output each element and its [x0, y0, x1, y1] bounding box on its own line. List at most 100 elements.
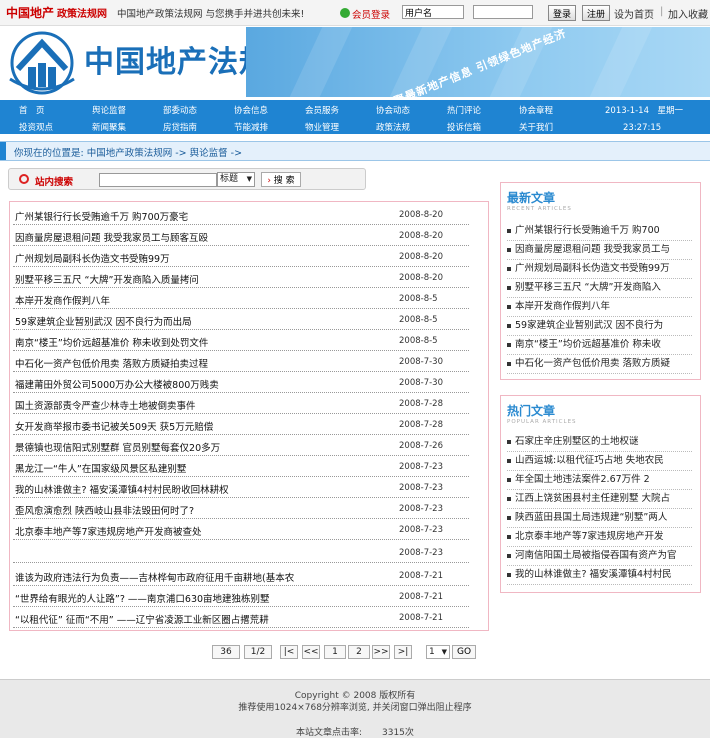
breadcrumb[interactable]: 你现在的位置是: 中国地产政策法规网 -> 舆论监督 -> [14, 145, 242, 159]
search-input[interactable] [99, 173, 217, 187]
list-item-label[interactable]: 我的山林谁做主? 福安溪潭镇4村村民 [515, 569, 672, 580]
article-title[interactable]: 我的山林谁做主? 福安溪潭镇4村村民盼收回林耕权 [15, 482, 355, 496]
list-item-label[interactable]: 北京泰丰地产等7家违规房地产开发 [515, 531, 664, 542]
nav-assoc-info[interactable]: 协会信息 [234, 104, 268, 116]
list-item-label[interactable]: 石家庄辛庄别墅区的土地权谜 [515, 436, 639, 447]
list-item[interactable]: 我的山林谁做主? 福安溪潭镇4村村民 [507, 566, 692, 585]
article-title[interactable]: 女开发商举报市委书记被关509天 获5万元赔偿 [15, 419, 355, 433]
search-button[interactable]: › 搜 索 [261, 172, 301, 187]
article-title[interactable]: 中石化一资产包低价甩卖 落败方质疑拍卖过程 [15, 356, 355, 370]
article-title[interactable]: 歪风愈演愈烈 陕西岐山县非法毁田何时了? [15, 503, 355, 517]
article-title[interactable]: 南京“楼王”均价远超基准价 称未收到处罚文件 [15, 335, 355, 349]
list-item[interactable]: 本岸开发商作假判八年 [507, 298, 692, 317]
register-button[interactable]: 注册 [582, 5, 611, 21]
table-row[interactable]: 福建莆田外贸公司5000万办公大楼被800万贱卖 2008-7-30 [13, 372, 469, 393]
nav-hot-comments[interactable]: 热门评论 [447, 104, 481, 116]
pager-select[interactable]: 1 ▼ [426, 645, 450, 659]
nav-complaint[interactable]: 投诉信箱 [447, 121, 481, 133]
nav-opinion[interactable]: 舆论监督 [92, 104, 126, 116]
list-item-label[interactable]: 年全国土地违法案件2.67万件 2 [515, 474, 650, 485]
article-title[interactable]: 因商量房屋退租问题 我受我家员工与顾客互殴 [15, 230, 355, 244]
nav-property[interactable]: 物业管理 [305, 121, 339, 133]
table-row[interactable]: 59家建筑企业暂别武汉 因不良行为而出局 2008-8-5 [13, 309, 469, 330]
table-row[interactable]: 别墅平移三五尺 “大牌”开发商陷入质量拷问 2008-8-20 [13, 267, 469, 288]
pager-first[interactable]: |< [280, 645, 298, 659]
table-row[interactable]: 广州规划局副科长伪造文书受贿99万 2008-8-20 [13, 246, 469, 267]
banner-ad[interactable]: 汇聚最新地产信息 引领绿色地产经济 [246, 27, 710, 97]
list-item-label[interactable]: 南京“楼王”均价远超基准价 称未收 [515, 339, 661, 350]
nav-policy[interactable]: 政策法规 [376, 121, 410, 133]
pager-go-button[interactable]: GO [452, 645, 476, 659]
list-item-label[interactable]: 广州规划局副科长伪造文书受贿99万 [515, 263, 670, 274]
table-row[interactable]: 国土资源部责令严查少林寺土地被倒卖事件 2008-7-28 [13, 393, 469, 414]
list-item[interactable]: 别墅平移三五尺 “大牌”开发商陷入 [507, 279, 692, 298]
table-row[interactable]: 谁该为政府违法行为负责——吉林桦甸市政府征用千亩耕地(基本农 2008-7-21 [13, 565, 469, 586]
article-title[interactable]: 广州规划局副科长伪造文书受贿99万 [15, 251, 355, 265]
nav-invest[interactable]: 投资观点 [19, 121, 53, 133]
article-title[interactable]: “世界给有眼光的人让路”? ——南京浦口630亩地建独栋别墅 [15, 591, 355, 605]
list-item-label[interactable]: 河南信阳国土局被指侵吞国有资产为官 [515, 550, 677, 561]
article-title[interactable]: 北京泰丰地产等7家违规房地产开发商被查处 [15, 524, 355, 538]
list-item[interactable]: 江西上饶贫困县村主任建别墅 大院占 [507, 490, 692, 509]
list-item-label[interactable]: 59家建筑企业暂别武汉 因不良行为 [515, 320, 663, 331]
nav-ministry[interactable]: 部委动态 [163, 104, 197, 116]
list-item[interactable]: 广州规划局副科长伪造文书受贿99万 [507, 260, 692, 279]
table-row[interactable]: 南京“楼王”均价远超基准价 称未收到处罚文件 2008-8-5 [13, 330, 469, 351]
login-button[interactable]: 登录 [548, 5, 577, 21]
nav-home[interactable]: 首 页 [19, 104, 45, 116]
table-row[interactable]: “世界给有眼光的人让路”? ——南京浦口630亩地建独栋别墅 2008-7-21 [13, 586, 469, 607]
article-title[interactable]: 福建莆田外贸公司5000万办公大楼被800万贱卖 [15, 377, 355, 391]
nav-loan-guide[interactable]: 房贷指南 [163, 121, 197, 133]
table-row[interactable]: 2008-7-23 [13, 542, 469, 563]
search-field-select[interactable]: 标题 ▼ [217, 172, 255, 187]
list-item[interactable]: 山西运城:以租代征巧占地 失地农民 [507, 452, 692, 471]
list-item[interactable]: 因商量房屋退租问题 我受我家员工与 [507, 241, 692, 260]
list-item-label[interactable]: 广州某银行行长受贿逾千万 购700 [515, 225, 660, 236]
list-item[interactable]: 南京“楼王”均价远超基准价 称未收 [507, 336, 692, 355]
nav-assoc-news[interactable]: 协会动态 [376, 104, 410, 116]
nav-news[interactable]: 新闻聚集 [92, 121, 126, 133]
list-item[interactable]: 河南信阳国土局被指侵吞国有资产为官 [507, 547, 692, 566]
list-item-label[interactable]: 本岸开发商作假判八年 [515, 301, 610, 312]
list-item-label[interactable]: 江西上饶贫困县村主任建别墅 大院占 [515, 493, 670, 504]
list-item-label[interactable]: 山西运城:以租代征巧占地 失地农民 [515, 455, 664, 466]
list-item[interactable]: 石家庄辛庄别墅区的土地权谜 [507, 433, 692, 452]
pager-prev[interactable]: << [302, 645, 320, 659]
pager-last[interactable]: >| [394, 645, 412, 659]
list-item[interactable]: 广州某银行行长受贿逾千万 购700 [507, 222, 692, 241]
article-title[interactable]: “以租代征” 征而“不用” ——辽宁省凌源工业新区圈占撂荒耕 [15, 612, 355, 626]
list-item[interactable]: 陕西蓝田县国土局违规建“别墅”两人 [507, 509, 692, 528]
article-title[interactable]: 谁该为政府违法行为负责——吉林桦甸市政府征用千亩耕地(基本农 [15, 570, 355, 584]
nav-about[interactable]: 关于我们 [519, 121, 553, 133]
list-item[interactable]: 北京泰丰地产等7家违规房地产开发 [507, 528, 692, 547]
brand-small-logo[interactable]: 中国地产 [6, 4, 54, 21]
list-item-label[interactable]: 因商量房屋退租问题 我受我家员工与 [515, 244, 670, 255]
pager-page-2[interactable]: 2 [348, 645, 370, 659]
list-item[interactable]: 年全国土地违法案件2.67万件 2 [507, 471, 692, 490]
username-input[interactable] [402, 5, 464, 19]
nav-charter[interactable]: 协会章程 [519, 104, 553, 116]
article-title[interactable]: 广州某银行行长受贿逾千万 购700万豪宅 [15, 209, 355, 223]
set-home-link[interactable]: 设为首页 [614, 6, 654, 21]
article-title[interactable]: 别墅平移三五尺 “大牌”开发商陷入质量拷问 [15, 272, 355, 286]
password-input[interactable] [473, 5, 533, 19]
article-title[interactable]: 59家建筑企业暂别武汉 因不良行为而出局 [15, 314, 355, 328]
table-row[interactable]: 我的山林谁做主? 福安溪潭镇4村村民盼收回林耕权 2008-7-23 [13, 477, 469, 498]
table-row[interactable]: 中石化一资产包低价甩卖 落败方质疑拍卖过程 2008-7-30 [13, 351, 469, 372]
table-row[interactable]: 因商量房屋退租问题 我受我家员工与顾客互殴 2008-8-20 [13, 225, 469, 246]
list-item-label[interactable]: 中石化一资产包低价甩卖 落败方质疑 [515, 358, 670, 369]
table-row[interactable]: “以租代征” 征而“不用” ——辽宁省凌源工业新区圈占撂荒耕 2008-7-21 [13, 607, 469, 628]
table-row[interactable]: 北京泰丰地产等7家违规房地产开发商被查处 2008-7-23 [13, 519, 469, 540]
add-favorite-link[interactable]: 加入收藏 [668, 6, 708, 21]
article-title[interactable]: 黑龙江一“牛人”在国家级风景区私建别墅 [15, 461, 355, 475]
nav-energy[interactable]: 节能减排 [234, 121, 268, 133]
table-row[interactable]: 景德镇也现信阳式别墅群 官员别墅每套仅20多万 2008-7-26 [13, 435, 469, 456]
table-row[interactable]: 本岸开发商作假判八年 2008-8-5 [13, 288, 469, 309]
pager-page-1[interactable]: 1 [324, 645, 346, 659]
pager-next[interactable]: >> [372, 645, 390, 659]
article-title[interactable]: 景德镇也现信阳式别墅群 官员别墅每套仅20多万 [15, 440, 355, 454]
list-item-label[interactable]: 别墅平移三五尺 “大牌”开发商陷入 [515, 282, 661, 293]
list-item-label[interactable]: 陕西蓝田县国土局违规建“别墅”两人 [515, 512, 667, 523]
nav-member-service[interactable]: 会员服务 [305, 104, 339, 116]
table-row[interactable]: 歪风愈演愈烈 陕西岐山县非法毁田何时了? 2008-7-23 [13, 498, 469, 519]
